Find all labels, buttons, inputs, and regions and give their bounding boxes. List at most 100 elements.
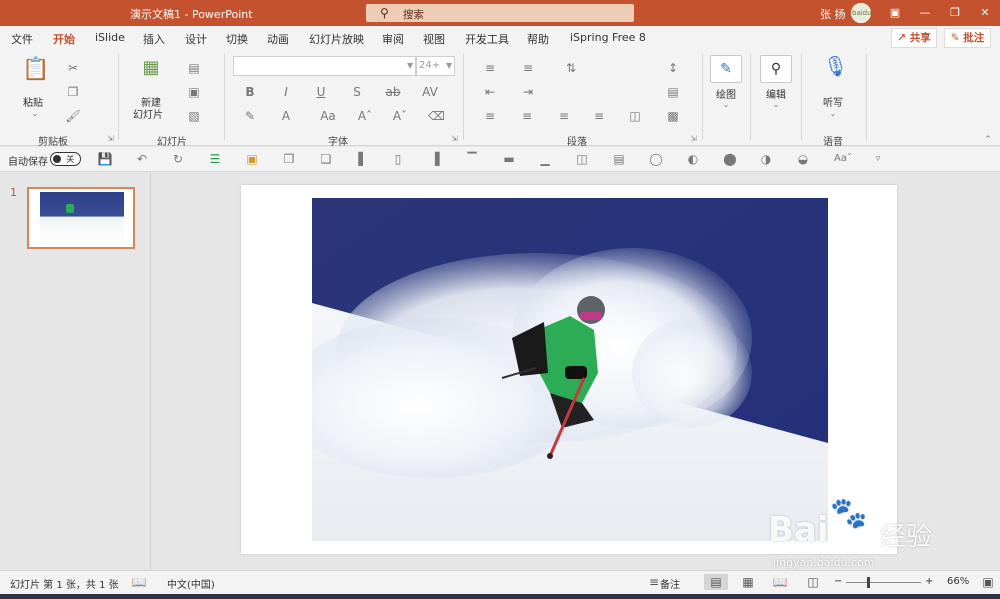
paste-icon[interactable]: 📋 — [22, 59, 49, 88]
reading-view-icon[interactable]: 📖 — [772, 574, 788, 590]
language-status[interactable]: 中文(中国) — [167, 576, 215, 591]
align-left-objects-icon[interactable]: ▌ — [355, 151, 371, 167]
user-name[interactable]: 张 扬 — [820, 6, 846, 22]
tab-transitions[interactable]: 切换 — [226, 31, 248, 47]
change-case-icon[interactable]: Aa — [320, 108, 336, 124]
shrink-font-icon[interactable]: Aˇ — [392, 108, 408, 124]
find-icon[interactable]: ⚲ — [760, 55, 792, 83]
change-case-qat-icon[interactable]: Aaˇ — [832, 151, 854, 167]
tab-file[interactable]: 文件 — [11, 31, 33, 47]
text-direction-icon[interactable]: ↕ — [665, 60, 681, 76]
font-size-dropdown-icon[interactable]: ▼ — [446, 61, 452, 70]
comment-button[interactable]: ✎ 批注 — [944, 28, 991, 48]
copy-icon[interactable]: ❐ — [65, 84, 81, 100]
zoom-level[interactable]: 66% — [947, 576, 969, 587]
tab-view[interactable]: 视图 — [423, 31, 445, 47]
new-slide-icon[interactable]: ▦ — [139, 59, 163, 84]
decrease-indent-icon[interactable]: ⇤ — [482, 84, 498, 100]
line-spacing-icon[interactable]: ⇅ — [563, 60, 579, 76]
increase-indent-icon[interactable]: ⇥ — [520, 84, 536, 100]
search-box[interactable]: ⚲ 搜索 — [366, 4, 634, 22]
align-bottom-icon[interactable]: ▁ — [537, 151, 553, 167]
underline-icon[interactable]: U — [313, 84, 329, 100]
italic-icon[interactable]: I — [278, 84, 294, 100]
slide-photo-skier[interactable] — [312, 198, 828, 541]
drawing-icon[interactable]: ✎ — [710, 55, 742, 83]
shadow-icon[interactable]: S — [349, 84, 365, 100]
fit-to-window-icon[interactable]: ▣ — [980, 574, 996, 590]
autosave-toggle[interactable]: 关 — [50, 152, 81, 166]
distribute-icon[interactable]: ☰ — [207, 151, 223, 167]
highlight-icon[interactable]: ✎ — [242, 108, 258, 124]
grow-font-icon[interactable]: Aˆ — [357, 108, 373, 124]
align-right-icon[interactable]: ≡ — [556, 108, 572, 124]
char-spacing-icon[interactable]: AV — [422, 84, 438, 100]
section-icon[interactable]: ▧ — [186, 108, 202, 124]
zoom-in-icon[interactable]: + — [925, 576, 933, 587]
bullets-icon[interactable]: ≡ — [482, 60, 498, 76]
cut-icon[interactable]: ✂ — [65, 60, 81, 76]
align-text-icon[interactable]: ▤ — [665, 84, 681, 100]
reset-icon[interactable]: ▣ — [186, 84, 202, 100]
save-icon[interactable]: 💾 — [97, 151, 113, 167]
tab-help[interactable]: 帮助 — [527, 31, 549, 47]
format-painter-icon[interactable]: 🖌 — [65, 108, 81, 124]
slide-sorter-icon[interactable]: ▦ — [740, 574, 756, 590]
numbering-icon[interactable]: ≡ — [520, 60, 536, 76]
zoom-out-icon[interactable]: − — [834, 576, 842, 587]
tab-ispring[interactable]: iSpring Free 8 — [570, 31, 646, 44]
tab-home[interactable]: 开始 — [53, 31, 75, 52]
fragment-icon[interactable]: ⬤ — [722, 151, 738, 167]
tab-review[interactable]: 审阅 — [382, 31, 404, 47]
clear-format-icon[interactable]: ⌫ — [428, 108, 445, 124]
align-left-icon[interactable]: ≡ — [482, 108, 498, 124]
notes-label[interactable]: 备注 — [660, 576, 680, 591]
undo-icon[interactable]: ↶ — [134, 151, 150, 167]
clipboard-launcher-icon[interactable]: ⇲ — [107, 134, 114, 143]
avatar[interactable]: baidu — [851, 3, 872, 23]
send-backward-icon[interactable]: ❏ — [318, 151, 334, 167]
paragraph-launcher-icon[interactable]: ⇲ — [690, 134, 697, 143]
tab-design[interactable]: 设计 — [185, 31, 207, 47]
font-name-dropdown-icon[interactable]: ▼ — [407, 61, 413, 70]
font-name-input[interactable] — [233, 56, 416, 76]
accessibility-icon[interactable]: 📖 — [131, 574, 147, 590]
distribute-vertical-icon[interactable]: ▤ — [611, 151, 627, 167]
align-center-objects-icon[interactable]: ▯ — [390, 151, 406, 167]
union-icon[interactable]: ◯ — [648, 151, 664, 167]
slide-thumbnail[interactable] — [27, 187, 135, 249]
align-center-icon[interactable]: ≡ — [519, 108, 535, 124]
justify-icon[interactable]: ≡ — [591, 108, 607, 124]
distribute-horizontal-icon[interactable]: ◫ — [574, 151, 590, 167]
ribbon-display-icon[interactable]: ▣ — [887, 5, 903, 21]
tab-animations[interactable]: 动画 — [267, 31, 289, 47]
normal-view-icon[interactable]: ▤ — [704, 574, 728, 590]
combine-icon[interactable]: ◐ — [685, 151, 701, 167]
redo-icon[interactable]: ↻ — [170, 151, 186, 167]
new-slide-label-line2[interactable]: 幻灯片 — [133, 106, 163, 121]
align-middle-icon[interactable]: ▬ — [501, 151, 517, 167]
collapse-ribbon-icon[interactable]: ⌃ — [980, 132, 996, 148]
tab-slideshow[interactable]: 幻灯片放映 — [309, 31, 364, 47]
bring-forward-icon[interactable]: ❐ — [281, 151, 297, 167]
align-top-icon[interactable]: ▔ — [464, 151, 480, 167]
tab-insert[interactable]: 插入 — [143, 31, 165, 47]
zoom-slider-thumb[interactable] — [867, 577, 870, 588]
minimize-icon[interactable]: — — [917, 5, 933, 21]
drawing-dropdown-icon[interactable]: ⌄ — [718, 97, 734, 113]
share-button[interactable]: ↗ 共享 — [891, 28, 937, 48]
layout-icon[interactable]: ▤ — [186, 60, 202, 76]
microphone-icon[interactable]: 🎙 — [823, 56, 848, 84]
zoom-slider-track[interactable] — [846, 582, 921, 583]
slideshow-view-icon[interactable]: ◫ — [805, 574, 821, 590]
align-right-objects-icon[interactable]: ▐ — [427, 151, 443, 167]
restore-icon[interactable]: ❐ — [947, 5, 963, 21]
font-launcher-icon[interactable]: ⇲ — [451, 134, 458, 143]
paste-dropdown-icon[interactable]: ⌄ — [27, 106, 43, 122]
columns-icon[interactable]: ◫ — [627, 108, 643, 124]
smartart-icon[interactable]: ▩ — [665, 108, 681, 124]
intersect-icon[interactable]: ◑ — [758, 151, 774, 167]
bold-icon[interactable]: B — [242, 84, 258, 100]
tab-developer[interactable]: 开发工具 — [465, 31, 509, 47]
font-color-icon[interactable]: A — [278, 108, 294, 124]
